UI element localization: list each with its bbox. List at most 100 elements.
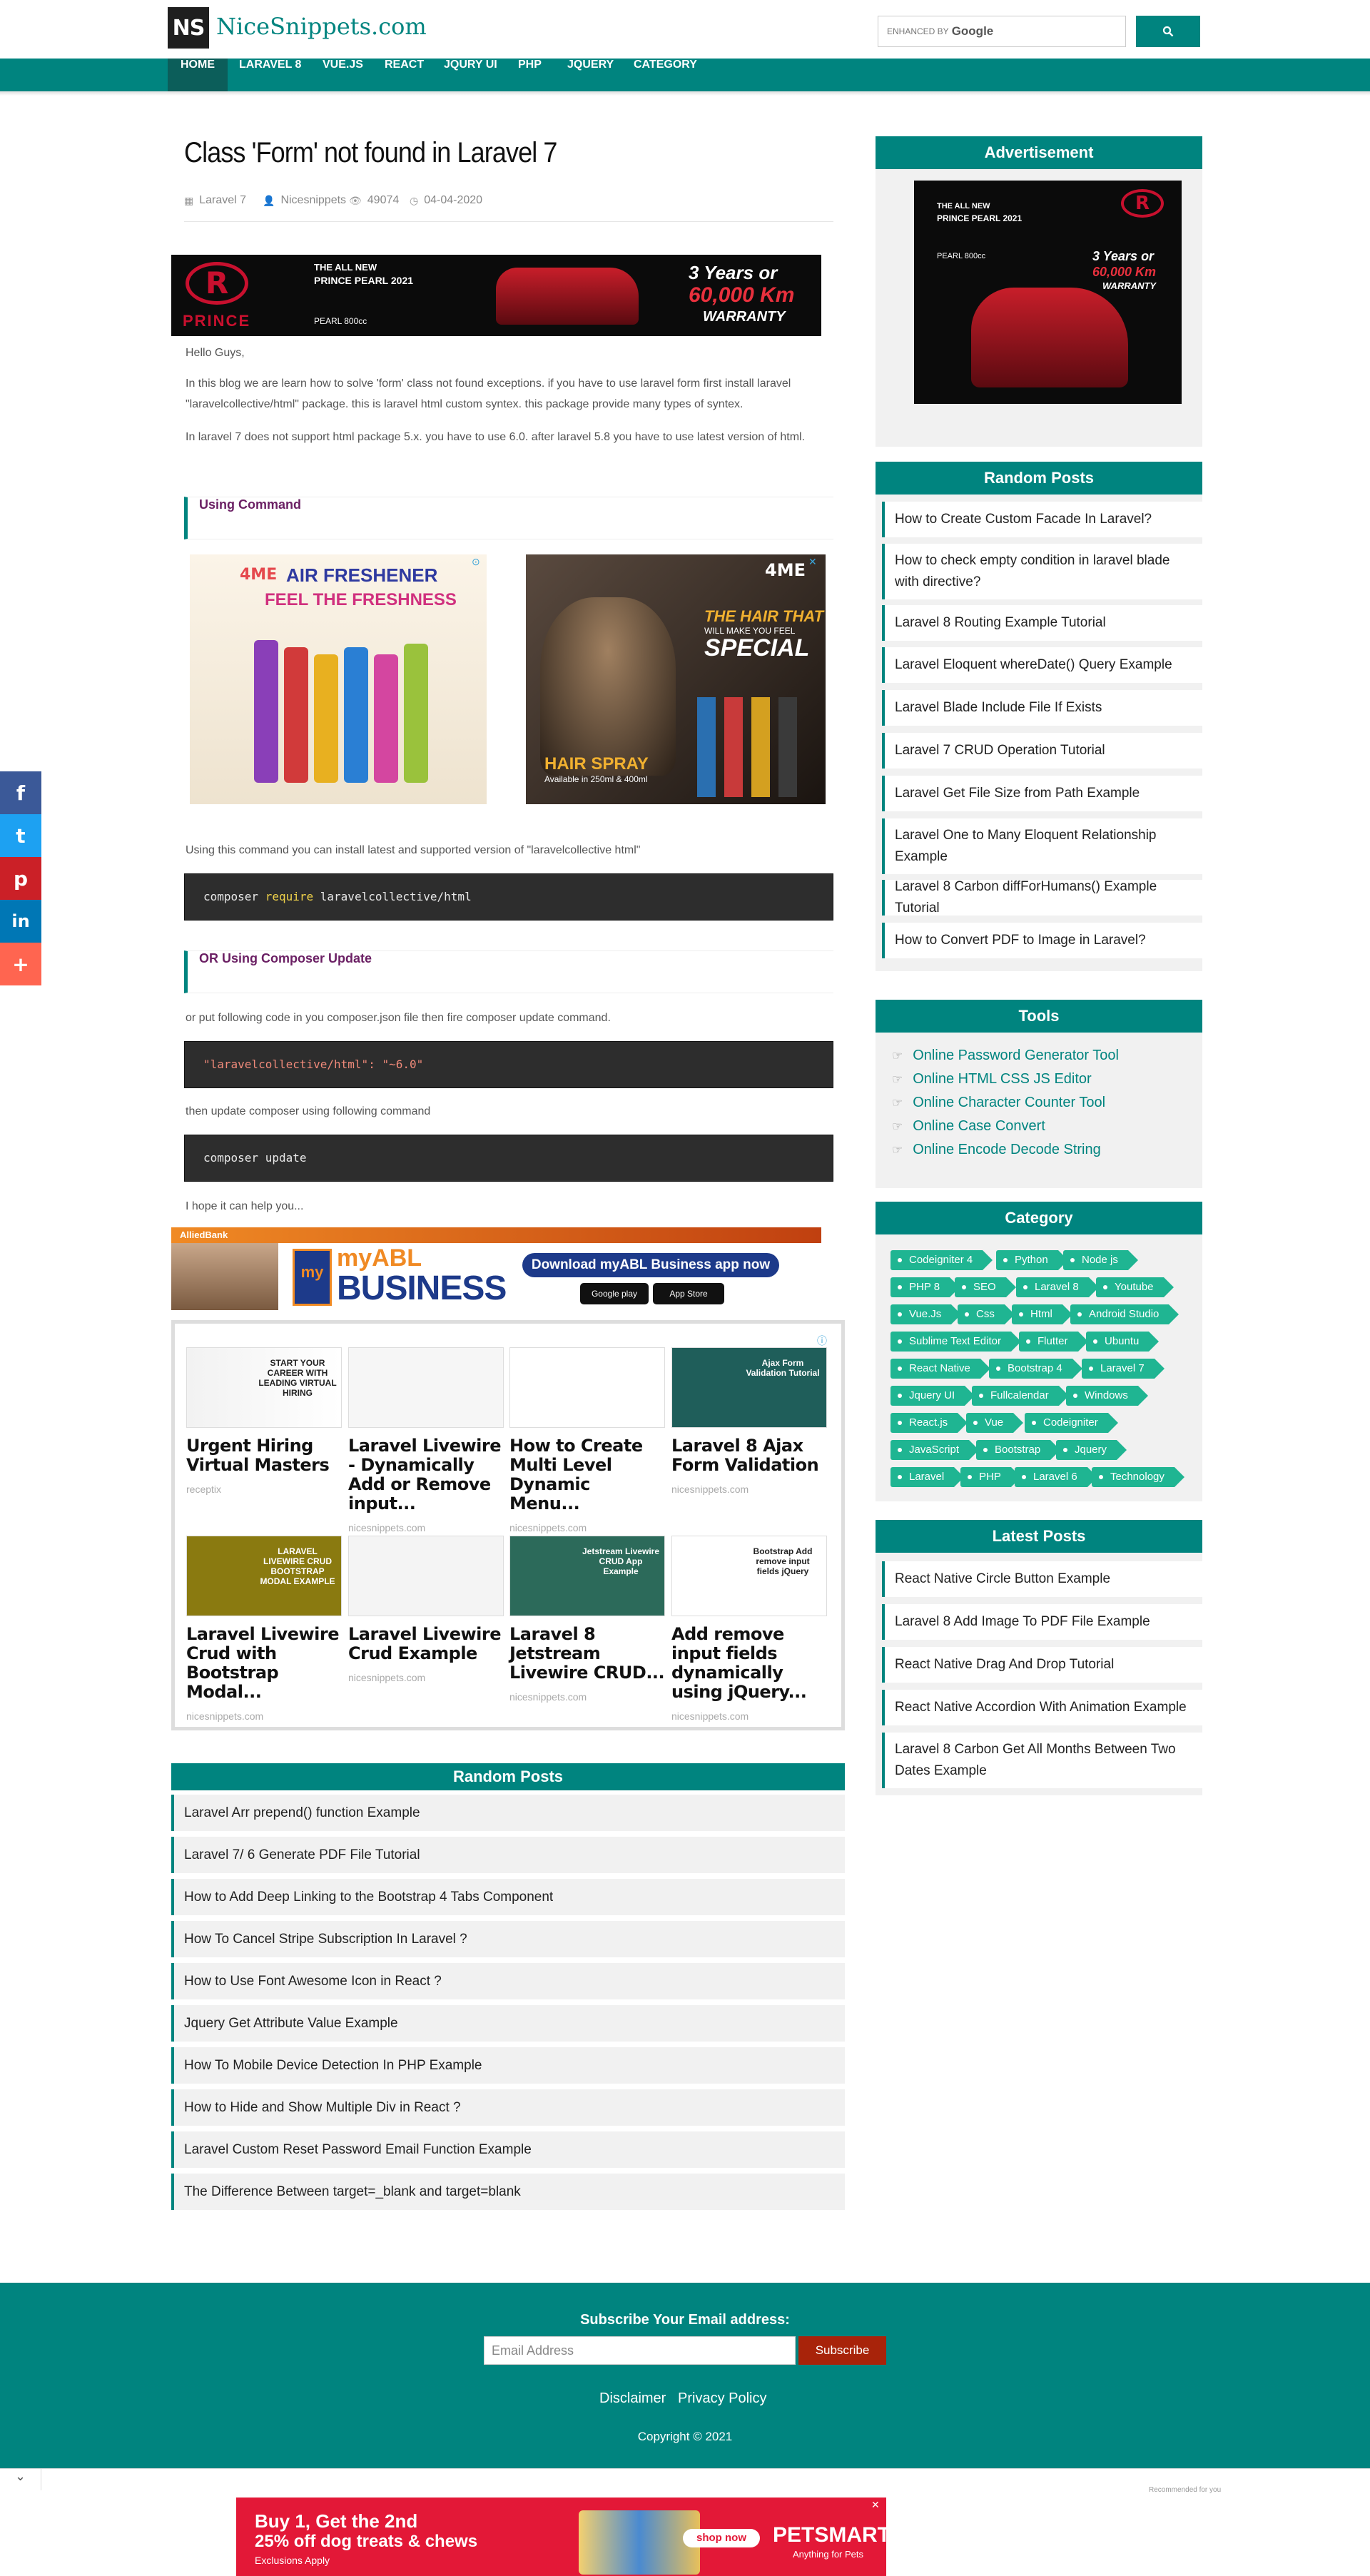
nav-category[interactable]: CATEGORY [621, 59, 710, 91]
air-freshener-ad[interactable]: 4ME AIR FRESHENER FEEL THE FRESHNESS ⊙ [190, 554, 487, 804]
recommended-card[interactable]: LARAVEL LIVEWIRE CRUD BOOTSTRAP MODAL EX… [186, 1536, 342, 1722]
adchoices-icon[interactable]: ⓘ [817, 1334, 827, 1348]
sidebar-random-post-link[interactable]: Laravel Eloquent whereDate() Query Examp… [882, 647, 1202, 683]
adchoices-icon[interactable]: ⊙ [472, 556, 480, 568]
category-tag[interactable]: React Native [890, 1359, 990, 1379]
category-tag[interactable]: JavaScript [890, 1440, 980, 1460]
category-tag[interactable]: Vue.Js [890, 1304, 962, 1324]
category-tag[interactable]: Jquery [1056, 1440, 1127, 1460]
category-tag[interactable]: Fullcalendar [972, 1386, 1069, 1406]
abl-banner-ad[interactable]: AlliedBank my myABL BUSINESS Download my… [171, 1227, 821, 1310]
google-play-badge[interactable]: Google play [580, 1283, 649, 1304]
sidebar-random-post-link[interactable]: Laravel One to Many Eloquent Relationshi… [882, 818, 1202, 874]
facebook-share-icon[interactable]: f [0, 771, 41, 814]
petsmart-ad[interactable]: Buy 1, Get the 2nd 25% off dog treats & … [236, 2498, 890, 2576]
random-post-link[interactable]: Jquery Get Attribute Value Example [171, 2005, 845, 2042]
sidebar-random-post-link[interactable]: Laravel Blade Include File If Exists [882, 690, 1202, 726]
category-tag[interactable]: Codeigniter [1025, 1413, 1118, 1433]
prince-banner-ad[interactable]: R PRINCE THE ALL NEW PRINCE PEARL 2021 P… [171, 255, 821, 336]
category-tag[interactable]: SEO [955, 1277, 1016, 1297]
app-store-badge[interactable]: App Store [653, 1283, 724, 1304]
category-tag[interactable]: Node js [1063, 1250, 1138, 1270]
latest-post-link[interactable]: React Native Circle Button Example [882, 1561, 1202, 1597]
category-tag[interactable]: Ubuntu [1086, 1332, 1160, 1352]
search-button[interactable] [1136, 16, 1200, 47]
chevron-down-icon[interactable]: ⌄ [0, 2469, 41, 2490]
subscribe-button[interactable]: Subscribe [798, 2336, 886, 2365]
nav-php[interactable]: PHP [505, 59, 554, 91]
latest-post-link[interactable]: Laravel 8 Add Image To PDF File Example [882, 1604, 1202, 1640]
category-tag[interactable]: Technology [1092, 1467, 1184, 1487]
category-tag[interactable]: PHP 8 [890, 1277, 960, 1297]
category-tag[interactable]: Jquery UI [890, 1386, 975, 1406]
random-post-link[interactable]: Laravel 7/ 6 Generate PDF File Tutorial [171, 1837, 845, 1873]
close-ad-icon[interactable]: ✕ [871, 2499, 880, 2511]
category-tag[interactable]: Flutter [1019, 1332, 1087, 1352]
category-tag[interactable]: Laravel [890, 1467, 965, 1487]
tool-link[interactable]: ☞ Online Character Counter Tool [892, 1095, 1105, 1111]
sidebar-random-post-link[interactable]: How to Create Custom Facade In Laravel? [882, 502, 1202, 537]
meta-category[interactable]: ▦ Laravel 7 [184, 194, 246, 207]
random-post-link[interactable]: How to Add Deep Linking to the Bootstrap… [171, 1879, 845, 1915]
random-post-link[interactable]: Laravel Arr prepend() function Example [171, 1795, 845, 1831]
category-tag[interactable]: Laravel 6 [1015, 1467, 1097, 1487]
disclaimer-link[interactable]: Disclaimer [599, 2390, 666, 2407]
random-post-link[interactable]: How To Cancel Stripe Subscription In Lar… [171, 1921, 845, 1957]
category-tag[interactable]: Codeigniter 4 [890, 1250, 993, 1270]
tool-link[interactable]: ☞ Online HTML CSS JS Editor [892, 1071, 1092, 1087]
close-ad-icon[interactable]: ✕ [808, 556, 817, 568]
recommended-card[interactable]: Bootstrap Add remove input fields jQuery… [671, 1536, 827, 1722]
tool-link[interactable]: ☞ Online Password Generator Tool [892, 1048, 1119, 1064]
random-post-link[interactable]: How to Use Font Awesome Icon in React ? [171, 1963, 845, 1999]
tool-link[interactable]: ☞ Online Case Convert [892, 1118, 1045, 1135]
nav-jquery[interactable]: JQUERY [554, 59, 626, 91]
search-input[interactable]: ENHANCED BY Google [878, 16, 1126, 47]
twitter-share-icon[interactable]: t [0, 814, 41, 857]
latest-post-link[interactable]: React Native Accordion With Animation Ex… [882, 1690, 1202, 1725]
latest-post-link[interactable]: Laravel 8 Carbon Get All Months Between … [882, 1733, 1202, 1788]
category-tag[interactable]: Laravel 8 [1016, 1277, 1099, 1297]
nav-vuejs[interactable]: VUE.JS [310, 59, 376, 91]
recommended-card[interactable]: Jetstream Livewire CRUD App Example Larav… [509, 1536, 665, 1703]
category-tag[interactable]: Bootstrap 4 [989, 1359, 1082, 1379]
category-tag[interactable]: Html [1012, 1304, 1072, 1324]
recommended-title[interactable]: Laravel Livewire Crud Example [348, 1625, 504, 1663]
random-post-link[interactable]: The Difference Between target=_blank and… [171, 2174, 845, 2210]
site-logo[interactable]: NS [168, 7, 209, 49]
category-tag[interactable]: React.js [890, 1413, 968, 1433]
meta-author[interactable]: 👤 Nicesnippets [263, 194, 346, 207]
recommended-title[interactable]: Laravel Livewire Crud with Bootstrap Mod… [186, 1625, 342, 1702]
sidebar-random-post-link[interactable]: How to Convert PDF to Image in Laravel? [882, 923, 1202, 958]
recommended-title[interactable]: How to Create Multi Level Dynamic Menu..… [509, 1436, 665, 1513]
category-tag[interactable]: Python [996, 1250, 1068, 1270]
sidebar-random-post-link[interactable]: Laravel 8 Carbon diffForHumans() Example… [882, 879, 1202, 916]
recommended-card[interactable]: How to Create Multi Level Dynamic Menu..… [509, 1347, 665, 1533]
category-tag[interactable]: PHP [960, 1467, 1021, 1487]
recommended-title[interactable]: Laravel 8 Jetstream Livewire CRUD... [509, 1625, 665, 1683]
random-post-link[interactable]: How To Mobile Device Detection In PHP Ex… [171, 2047, 845, 2084]
pinterest-share-icon[interactable]: p [0, 857, 41, 900]
latest-post-link[interactable]: React Native Drag And Drop Tutorial [882, 1647, 1202, 1683]
more-share-icon[interactable]: + [0, 943, 41, 985]
recommended-title[interactable]: Laravel 8 Ajax Form Validation [671, 1436, 827, 1475]
random-post-link[interactable]: Laravel Custom Reset Password Email Func… [171, 2131, 845, 2168]
category-tag[interactable]: Android Studio [1070, 1304, 1179, 1324]
nav-laravel8[interactable]: LARAVEL 8 [226, 59, 314, 91]
sidebar-random-post-link[interactable]: Laravel Get File Size from Path Example [882, 776, 1202, 811]
sidebar-random-post-link[interactable]: Laravel 8 Routing Example Tutorial [882, 605, 1202, 641]
recommended-card[interactable]: Ajax Form Validation Tutorial Laravel 8 A… [671, 1347, 827, 1495]
shop-now-button[interactable]: shop now [683, 2529, 760, 2547]
recommended-card[interactable]: START YOUR CAREER WITH LEADING VIRTUAL H… [186, 1347, 342, 1495]
abl-download-button[interactable]: Download myABL Business app now [522, 1253, 779, 1277]
email-input[interactable]: Email Address [484, 2336, 796, 2365]
sidebar-random-post-link[interactable]: Laravel 7 CRUD Operation Tutorial [882, 733, 1202, 769]
category-tag[interactable]: Bootstrap [976, 1440, 1061, 1460]
nav-home[interactable]: HOME [168, 59, 228, 91]
recommended-title[interactable]: Add remove input fields dynamically usin… [671, 1625, 827, 1702]
category-tag[interactable]: Laravel 7 [1082, 1359, 1164, 1379]
category-tag[interactable]: Vue [966, 1413, 1024, 1433]
category-tag[interactable]: Youtube [1096, 1277, 1173, 1297]
recommended-title[interactable]: Urgent Hiring Virtual Masters [186, 1436, 342, 1475]
category-tag[interactable]: Css [958, 1304, 1015, 1324]
recommended-card[interactable]: Laravel Livewire Crud Example nicesnippet… [348, 1536, 504, 1683]
